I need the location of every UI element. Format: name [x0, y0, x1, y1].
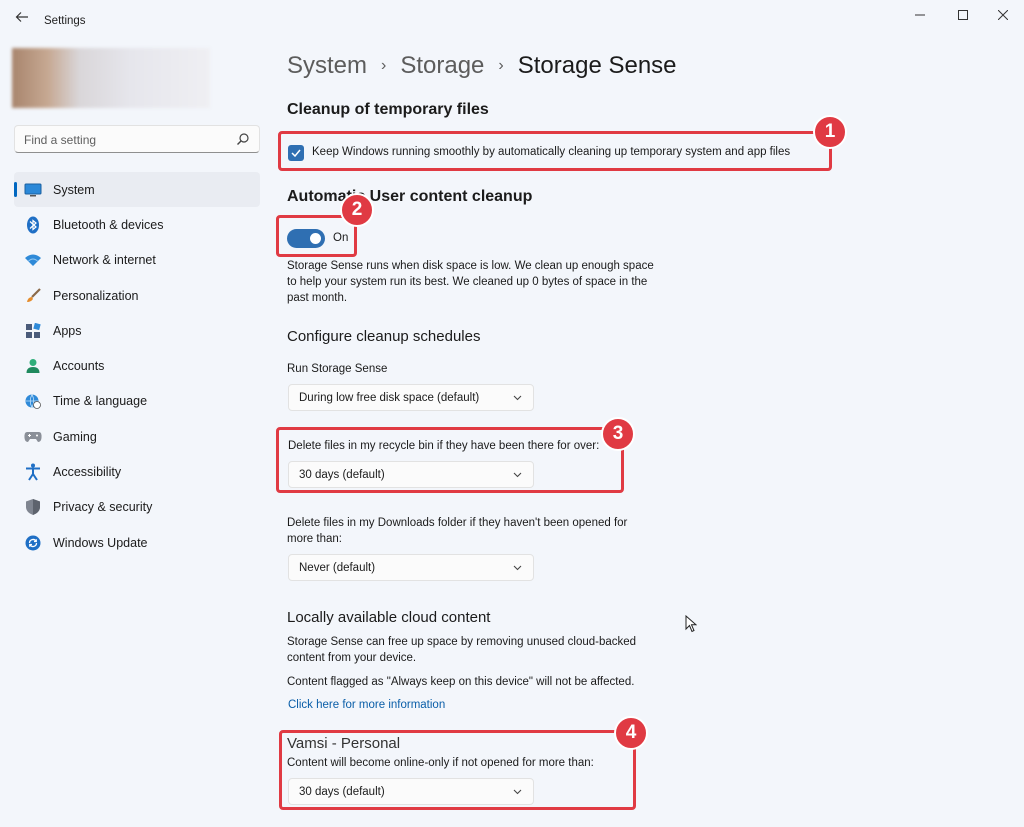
minimize-button[interactable] — [905, 6, 935, 24]
downloads-label-2: more than: — [287, 533, 342, 545]
cloud-heading: Locally available cloud content — [287, 609, 491, 626]
annotation-box-4 — [279, 730, 636, 810]
annotation-box-3 — [276, 427, 624, 493]
run-storage-sense-label: Run Storage Sense — [287, 363, 388, 375]
sidebar-item-time-language[interactable]: Time & language — [14, 384, 260, 419]
search-icon — [237, 133, 249, 145]
dropdown-value: Never (default) — [299, 562, 376, 574]
sidebar-item-label: Accessibility — [53, 465, 122, 480]
update-icon — [24, 534, 42, 552]
person-icon — [24, 357, 42, 375]
breadcrumb: System › Storage › Storage Sense — [287, 52, 677, 80]
sidebar-item-label: Personalization — [53, 288, 139, 303]
sidebar-item-label: Windows Update — [53, 535, 148, 550]
auto-cleanup-heading: Automatic User content cleanup — [287, 188, 533, 205]
chevron-down-icon — [513, 395, 522, 401]
sidebar-item-label: Privacy & security — [53, 500, 153, 515]
cloud-description-2: content from your device. — [287, 652, 417, 664]
chevron-down-icon — [513, 565, 522, 571]
sidebar-item-privacy[interactable]: Privacy & security — [14, 490, 260, 525]
annotation-box-1 — [278, 131, 832, 171]
sidebar-item-gaming[interactable]: Gaming — [14, 419, 260, 454]
sidebar-item-label: Network & internet — [53, 253, 156, 268]
sidebar-item-accounts[interactable]: Accounts — [14, 348, 260, 383]
sidebar-item-system[interactable]: System — [14, 172, 260, 208]
downloads-dropdown[interactable]: Never (default) — [288, 554, 534, 581]
sidebar-item-network[interactable]: Network & internet — [14, 243, 260, 278]
gamepad-icon — [24, 428, 42, 446]
sidebar-item-apps[interactable]: Apps — [14, 313, 260, 348]
cloud-description-1: Storage Sense can free up space by remov… — [287, 636, 637, 648]
sidebar-item-personalization[interactable]: Personalization — [14, 278, 260, 313]
annotation-badge-1: 1 — [813, 115, 847, 149]
mouse-cursor-icon — [685, 615, 697, 633]
title-bar: Settings — [0, 0, 1024, 42]
sidebar-nav: System Bluetooth & devices Network & int… — [14, 172, 260, 560]
more-info-link[interactable]: Click here for more information — [288, 699, 445, 711]
apps-icon — [24, 322, 42, 340]
cloud-flagged-note: Content flagged as "Always keep on this … — [287, 676, 635, 688]
page-title: Storage Sense — [517, 52, 677, 79]
brush-icon — [24, 287, 42, 305]
back-arrow-icon[interactable] — [12, 10, 32, 30]
sidebar-item-label: Apps — [53, 323, 82, 338]
cleanup-heading: Cleanup of temporary files — [287, 101, 489, 118]
bluetooth-icon — [24, 216, 42, 234]
sidebar-item-accessibility[interactable]: Accessibility — [14, 454, 260, 489]
breadcrumb-separator: › — [498, 57, 504, 74]
monitor-icon — [24, 181, 42, 199]
run-storage-sense-dropdown[interactable]: During low free disk space (default) — [288, 384, 534, 411]
sidebar-item-label: Time & language — [53, 394, 148, 409]
accessibility-icon — [24, 463, 42, 481]
close-button[interactable] — [988, 6, 1018, 24]
auto-cleanup-description-1: Storage Sense runs when disk space is lo… — [287, 260, 654, 272]
annotation-badge-4: 4 — [614, 716, 648, 750]
sidebar-item-label: Accounts — [53, 359, 105, 374]
breadcrumb-storage[interactable]: Storage — [400, 52, 484, 80]
dropdown-value: During low free disk space (default) — [299, 392, 480, 404]
downloads-label-1: Delete files in my Downloads folder if t… — [287, 517, 628, 529]
auto-cleanup-description-3: past month. — [287, 292, 348, 304]
sidebar-item-bluetooth[interactable]: Bluetooth & devices — [14, 207, 260, 242]
sidebar-item-label: Gaming — [53, 429, 97, 444]
sidebar-item-windows-update[interactable]: Windows Update — [14, 525, 260, 560]
app-title: Settings — [44, 15, 86, 27]
auto-cleanup-description-2: to help your system run its best. We cle… — [287, 276, 648, 288]
breadcrumb-separator: › — [381, 57, 387, 74]
search-input[interactable]: Find a setting — [14, 125, 260, 153]
breadcrumb-system[interactable]: System — [287, 52, 367, 80]
schedules-heading: Configure cleanup schedules — [287, 328, 481, 345]
sidebar-item-label: Bluetooth & devices — [53, 217, 164, 232]
maximize-button[interactable] — [948, 6, 978, 24]
active-indicator — [14, 182, 17, 197]
sidebar-item-label: System — [53, 182, 95, 197]
wifi-icon — [24, 251, 42, 269]
annotation-badge-2: 2 — [340, 193, 374, 227]
profile-avatar[interactable] — [12, 48, 210, 108]
globe-clock-icon — [24, 392, 42, 410]
annotation-badge-3: 3 — [601, 417, 635, 451]
shield-icon — [24, 498, 42, 516]
search-placeholder: Find a setting — [24, 133, 97, 147]
